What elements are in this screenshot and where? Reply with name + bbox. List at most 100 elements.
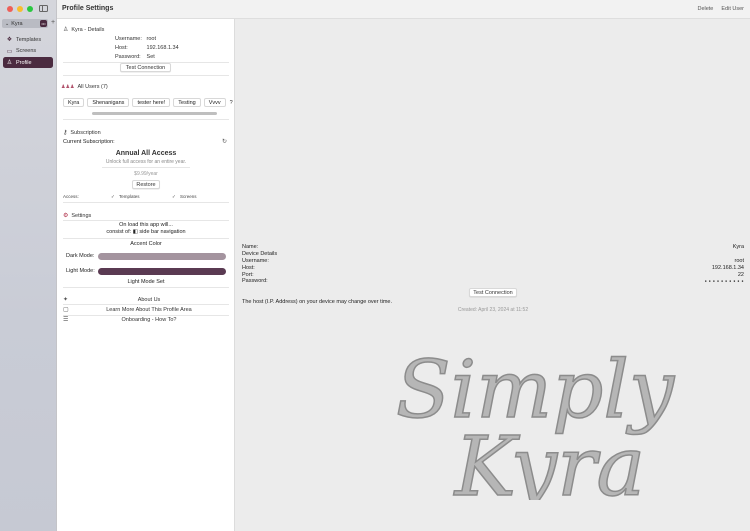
settings-title: Settings <box>71 212 92 219</box>
simply-kyra-watermark: Simply Kyra <box>395 342 677 500</box>
access-item: Screens <box>180 194 197 199</box>
divider <box>63 238 229 239</box>
host-change-note: The host (I.P. Address) on your device m… <box>242 299 393 305</box>
window-controls <box>7 6 33 12</box>
on-load-setting[interactable]: consist of: ◧ side bar navigation <box>57 229 235 235</box>
row-value: root <box>734 258 744 264</box>
minimize-window-button[interactable] <box>17 6 23 12</box>
host-row: Host: 192.168.1.34 <box>242 265 744 272</box>
close-window-button[interactable] <box>7 6 13 12</box>
sidebar-item-screens[interactable]: ▭ Screens <box>3 46 53 57</box>
name-value: Kyra <box>732 244 744 250</box>
sidebar-item-templates[interactable]: ❖ Templates <box>3 34 53 45</box>
user-chip[interactable]: Vvvv <box>203 98 226 107</box>
sidebar-item-label: Profile <box>16 59 32 66</box>
watermark-line-2: Kyra <box>453 420 645 500</box>
details-fields: Username: root Host: 192.168.1.34 Passwo… <box>115 35 179 62</box>
user-picker-value: Kyra <box>11 20 23 27</box>
plan-description: Unlock full access for an entire year. <box>105 159 187 165</box>
link-label: Learn More About This Profile Area <box>106 307 192 313</box>
created-timestamp: Created: April 23, 2024 at 11:52 <box>457 307 529 313</box>
sidebar-nav: ❖ Templates ▭ Screens ♙ Profile <box>3 34 53 69</box>
sidebar: ⌄ Kyra ••• + ❖ Templates ▭ Screens ♙ Pro… <box>0 0 57 531</box>
light-mode-label: Light Mode: <box>66 268 95 274</box>
field-value: root <box>146 36 157 42</box>
learn-more-link[interactable]: ▢ Learn More About This Profile Area <box>63 306 229 315</box>
details-title: Kyra - Details <box>71 26 105 33</box>
link-label: About Us <box>137 297 161 303</box>
horizontal-scrollbar[interactable] <box>92 112 217 115</box>
device-details-title: Device Details <box>242 251 278 257</box>
test-connection-button[interactable]: Test Connection <box>120 63 171 72</box>
refresh-icon[interactable]: ↻ <box>222 138 227 145</box>
row-label: Host: <box>242 265 255 271</box>
divider <box>63 119 229 120</box>
user-chip[interactable]: Shenanigans <box>87 98 130 107</box>
divider <box>63 202 229 203</box>
ellipsis-icon[interactable]: ••• <box>40 20 47 27</box>
restore-button[interactable]: Restore <box>132 180 160 189</box>
username-row: Username: root <box>242 258 744 265</box>
access-label: Access: <box>63 194 79 199</box>
sidebar-item-label: Screens <box>16 48 37 54</box>
chevron-down-icon: ⌄ <box>5 20 10 27</box>
subscription-header: ⚷ Subscription <box>63 129 101 137</box>
access-item: Templates <box>119 194 140 199</box>
delete-button[interactable]: Delete <box>697 6 713 12</box>
divider <box>102 167 190 168</box>
field-label: Username: <box>115 36 142 42</box>
user-picker[interactable]: ⌄ Kyra ••• <box>2 19 48 28</box>
field-label: Password: <box>115 54 141 60</box>
dark-mode-color-well[interactable] <box>98 253 226 260</box>
person-icon: ♙ <box>6 60 13 66</box>
user-chip[interactable]: ? <box>228 98 234 107</box>
divider <box>63 75 229 76</box>
edit-user-button[interactable]: Edit User <box>721 6 744 12</box>
row-value: ● ● ● ● ● ● ● ● ● ● <box>704 279 744 283</box>
user-chip-list: Kyra Shenanigans tester here! Testing Vv… <box>63 98 234 107</box>
person-icon: ♙ <box>63 27 69 33</box>
user-chip[interactable]: tester here! <box>132 98 171 107</box>
field-label: Host: <box>115 45 128 51</box>
password-row: Password: ● ● ● ● ● ● ● ● ● ● <box>242 278 744 285</box>
plan-name: Annual All Access <box>115 150 177 157</box>
device-details-heading: Device Details <box>242 251 744 258</box>
zoom-window-button[interactable] <box>27 6 33 12</box>
settings-header: ⚙ Settings <box>63 212 92 220</box>
toolbar: Profile Settings Delete Edit User <box>57 0 750 19</box>
onboarding-link[interactable]: ☰ Onboarding - How To? <box>63 316 229 325</box>
dark-mode-label: Dark Mode: <box>66 253 95 259</box>
plan-price: $9.99/year <box>134 171 158 177</box>
accent-color-title: Accent Color <box>130 241 162 247</box>
checkmark-icon: ✓ <box>172 194 176 199</box>
divider <box>63 287 229 288</box>
screens-icon: ▭ <box>6 48 13 55</box>
row-label: Username: <box>242 258 269 264</box>
name-row: Name: Kyra <box>242 244 744 251</box>
subscription-title: Subscription <box>70 129 101 136</box>
on-load-prefix: consist of: <box>106 229 132 235</box>
row-value: 192.168.1.34 <box>711 265 744 271</box>
user-chip[interactable]: Testing <box>173 98 201 107</box>
on-load-value: side bar navigation <box>139 229 186 235</box>
add-user-button[interactable]: + <box>51 19 55 26</box>
gear-icon: ⚙ <box>63 213 69 219</box>
window-title: Profile Settings <box>62 5 114 12</box>
row-label: Password: <box>242 278 268 284</box>
sidebar-toggle-icon[interactable] <box>39 5 48 12</box>
checkmark-icon: ✓ <box>111 194 115 199</box>
test-connection-button[interactable]: Test Connection <box>469 288 517 297</box>
sidebar-layout-icon: ◧ <box>132 229 138 235</box>
sidebar-item-label: Templates <box>16 36 42 43</box>
on-load-line: On load this app will... <box>119 222 173 228</box>
sidebar-item-profile[interactable]: ♙ Profile <box>3 57 53 68</box>
light-mode-color-well[interactable] <box>98 268 226 275</box>
field-value: 192.168.1.34 <box>146 45 179 51</box>
people-icon: ♟♟♟ <box>61 84 75 90</box>
details-header: ♙ Kyra - Details <box>63 26 105 34</box>
all-users-title: All Users (7) <box>77 84 108 90</box>
profile-panel: ♙ Kyra - Details Username: root Host: 19… <box>57 19 235 531</box>
link-label: Onboarding - How To? <box>121 317 177 323</box>
user-chip[interactable]: Kyra <box>63 98 85 107</box>
light-mode-set: Light Mode Set <box>127 279 165 285</box>
